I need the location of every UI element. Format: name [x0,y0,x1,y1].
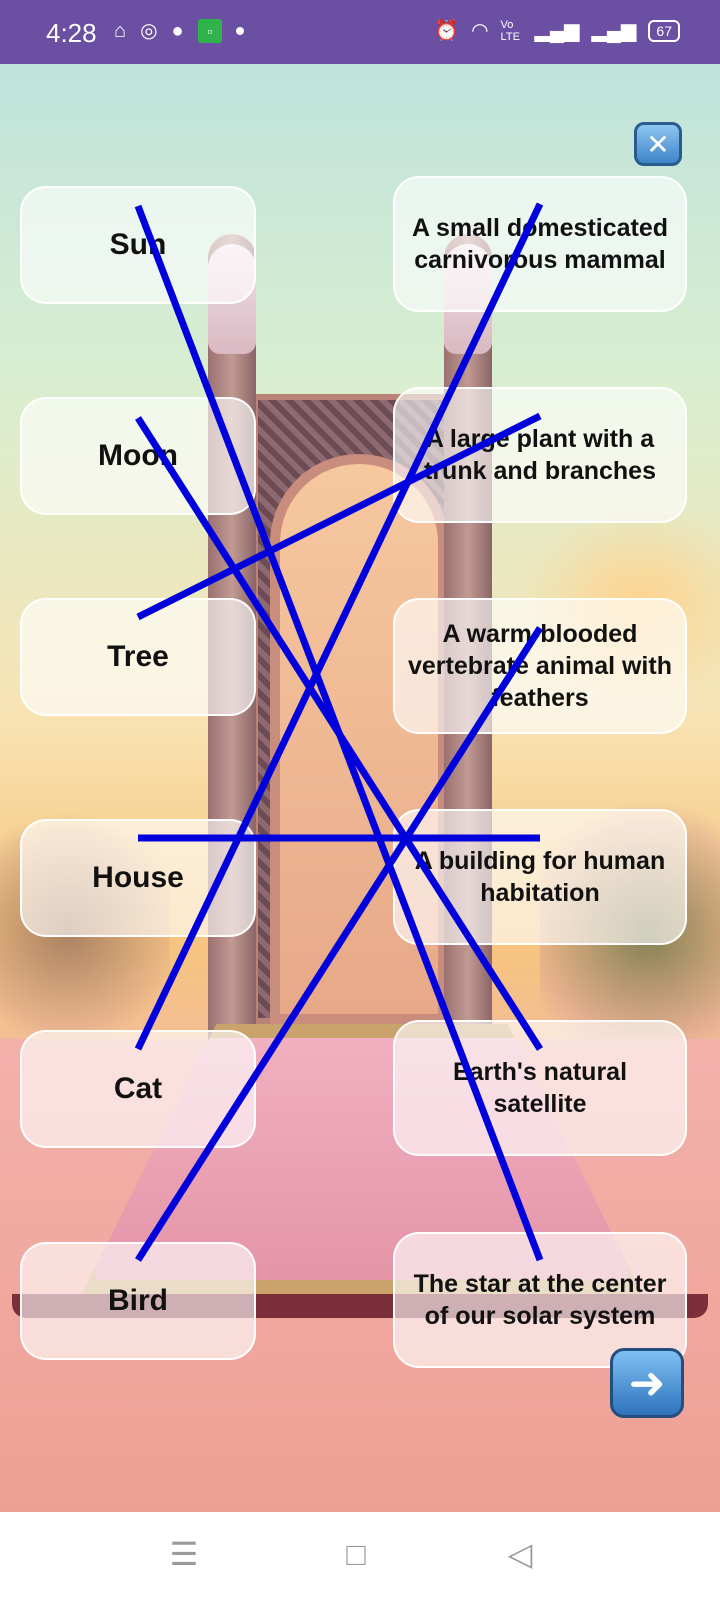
left-item-house[interactable]: House [20,819,256,937]
left-item-label: Cat [113,1072,163,1105]
right-item-label: A large plant with a trunk and branches [424,425,656,485]
close-icon: ✕ [646,128,670,160]
close-button[interactable]: ✕ [634,122,682,166]
signal-icon-2: ▂▄▆ [591,20,637,42]
right-item-label: A small domesticated carnivorous mammal [411,214,669,274]
back-icon: ◁ [507,1536,533,1572]
whatsapp-icon: ◎ [140,20,158,42]
right-item-moon-definition[interactable]: Earth's natural satellite [393,1020,687,1156]
left-item-cat[interactable]: Cat [20,1030,256,1148]
right-item-label: Earth's natural satellite [452,1058,628,1118]
wifi-icon: ◠ [471,20,489,42]
status-right-icons: ⏰ ◠ Vo LTE ▂▄▆ ▂▄▆ 67 [434,18,680,44]
navigation-bar: ☰ □ ◁ [0,1512,720,1600]
back-button[interactable]: ◁ [500,1534,540,1574]
left-item-label: Sun [109,228,167,261]
dot-icon [235,27,244,35]
home-icon: □ [346,1535,366,1572]
status-bar: 4:28 ⌂ ◎ ● ▫ ⏰ ◠ Vo LTE ▂▄▆ ▂▄▆ 67 [0,0,720,64]
next-button[interactable]: ➜ [610,1348,684,1418]
signal-icon: ▂▄▆ [534,20,580,42]
left-item-label: Moon [98,439,178,472]
left-item-bird[interactable]: Bird [20,1242,256,1360]
left-item-tree[interactable]: Tree [20,598,256,716]
mosque-icon: ⌂ [114,20,127,42]
left-item-label: Bird [108,1284,168,1317]
alarm-icon: ⏰ [434,20,460,42]
left-item-label: House [92,861,184,894]
home-button[interactable]: □ [336,1534,376,1574]
left-item-sun[interactable]: Sun [20,186,256,304]
volte-icon: Vo LTE [500,19,520,43]
menu-icon: ☰ [169,1536,199,1572]
chat-bubble-icon: ● [171,20,184,42]
right-item-tree-definition[interactable]: A large plant with a trunk and branches [393,387,687,523]
right-item-house-definition[interactable]: A building for human habitation [393,809,687,945]
right-item-label: A warm-blooded vertebrate animal with fe… [408,620,672,712]
battery-indicator: 67 [648,20,680,42]
right-item-label: The star at the center of our solar syst… [413,1270,667,1330]
left-item-label: Tree [107,640,169,673]
recent-apps-button[interactable]: ☰ [164,1534,204,1574]
left-item-moon[interactable]: Moon [20,397,256,515]
status-left-icons: ⌂ ◎ ● ▫ [114,18,244,44]
status-time: 4:28 [46,18,97,48]
right-item-cat-definition[interactable]: A small domesticated carnivorous mammal [393,176,687,312]
app-notification-icon: ▫ [197,19,222,43]
arrow-right-icon: ➜ [628,1358,666,1408]
right-item-bird-definition[interactable]: A warm-blooded vertebrate animal with fe… [393,598,687,734]
right-item-label: A building for human habitation [414,847,666,907]
